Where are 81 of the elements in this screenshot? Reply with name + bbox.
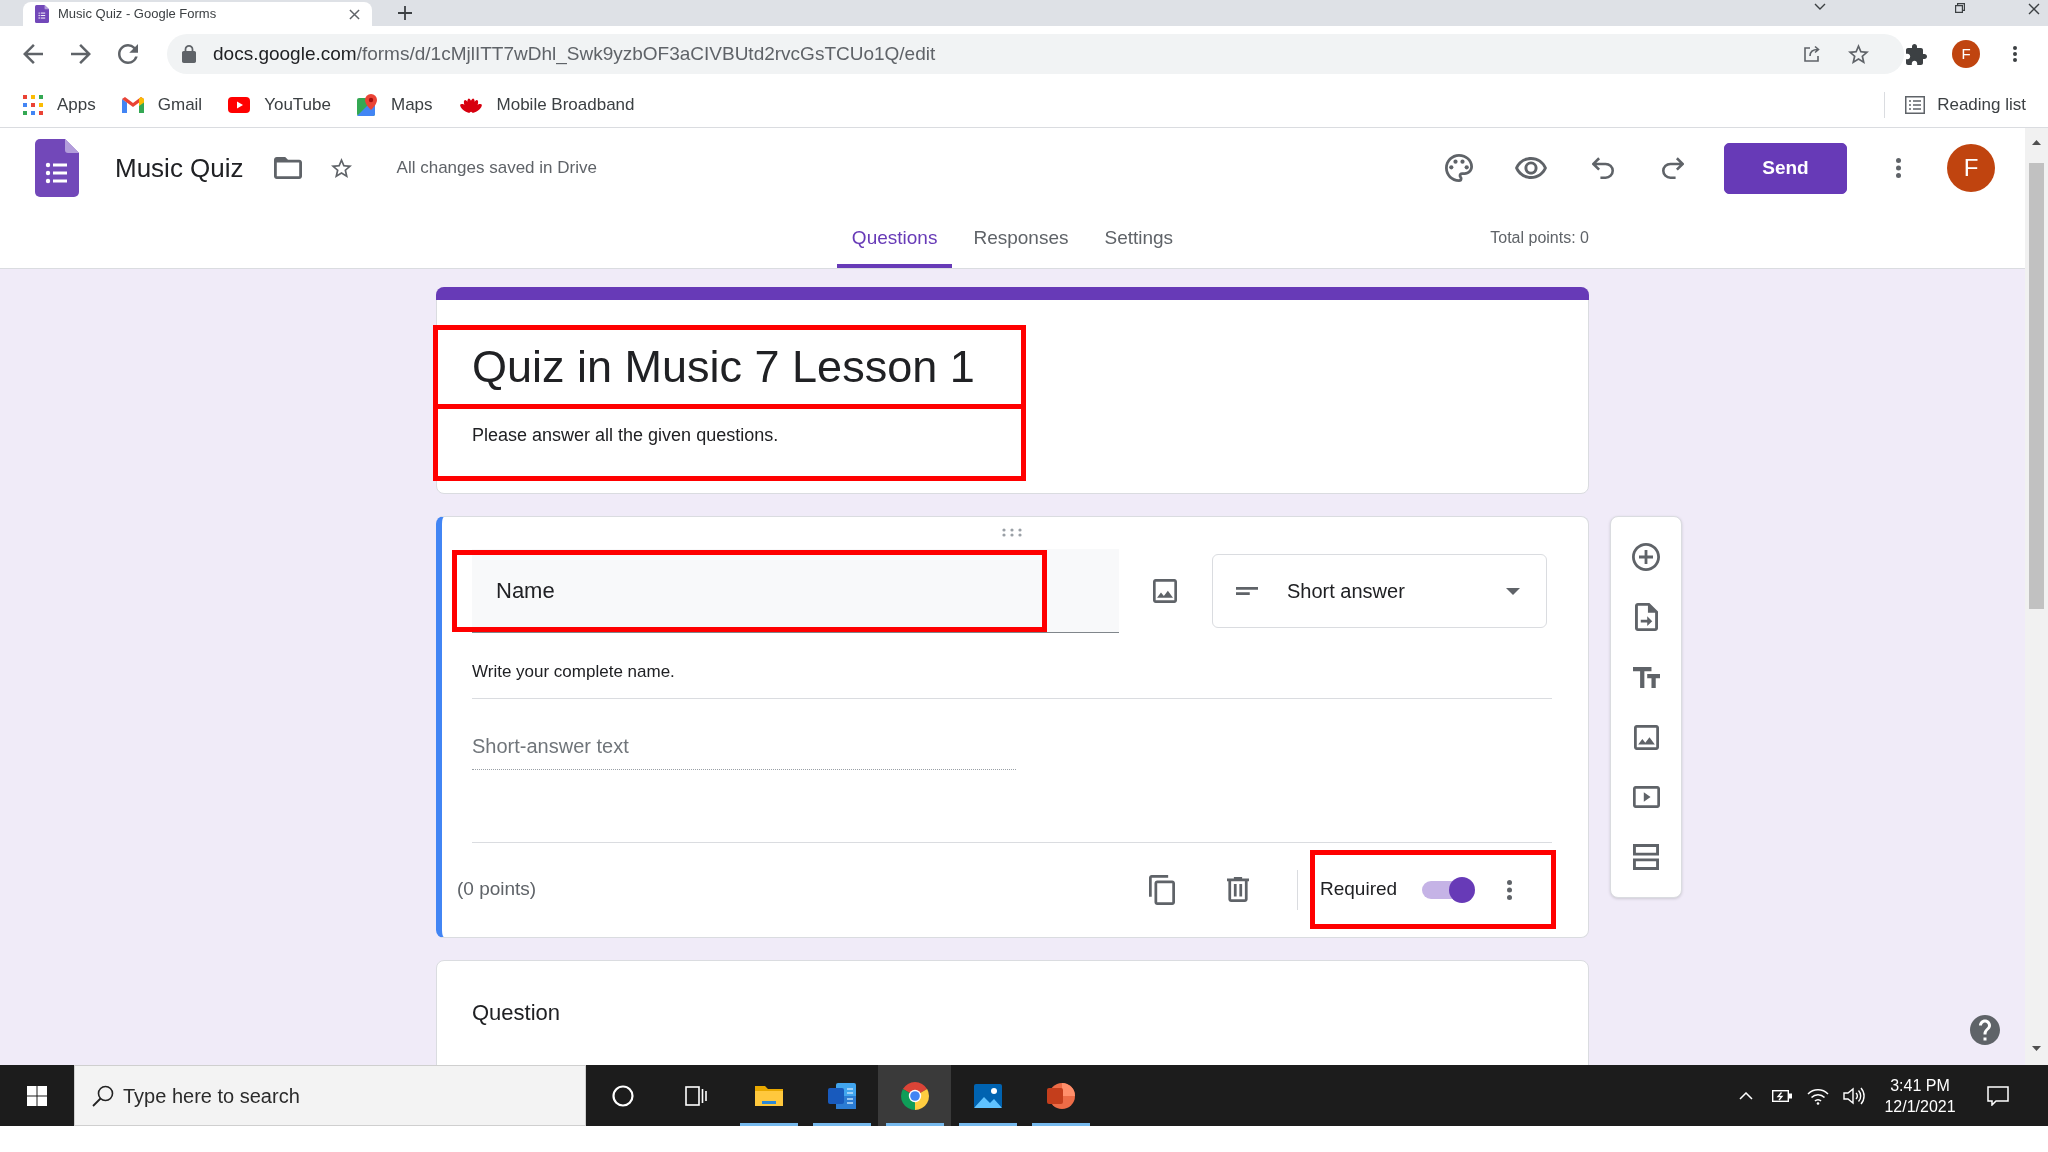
document-icon xyxy=(827,1082,856,1109)
points-label: (0 points) xyxy=(457,877,537,902)
eye-icon[interactable] xyxy=(1515,157,1547,179)
speaker-icon[interactable] xyxy=(1843,1086,1865,1105)
ring-icon[interactable] xyxy=(611,1084,634,1107)
send-button[interactable]: Send xyxy=(1724,142,1847,194)
text-size-icon[interactable] xyxy=(1632,666,1660,688)
clock-date[interactable]: 12/1/2021 xyxy=(1884,1095,1956,1117)
stacked-rectangles-icon[interactable] xyxy=(1633,844,1659,870)
image-icon[interactable] xyxy=(1633,724,1659,750)
bookmark-link[interactable]: Gmail xyxy=(121,91,203,118)
plus-icon[interactable] xyxy=(398,6,412,20)
question-type-dropdown[interactable]: Short answer xyxy=(1212,554,1547,628)
restore-icon[interactable] xyxy=(1955,3,1965,13)
more-vertical-icon[interactable] xyxy=(2013,46,2017,62)
short-answer-field[interactable]: Short-answer text xyxy=(472,733,1016,770)
bookmark-link[interactable]: Mobile Broadband xyxy=(458,91,635,118)
palette-icon[interactable] xyxy=(1445,154,1473,182)
forward-icon[interactable] xyxy=(71,44,91,64)
url-text: docs.google.com/forms/d/1cMjlITT7wDhl_Swk9yzbOF3aCIVBUtd2rvcGsTCUo1Q/edit xyxy=(213,41,936,67)
required-label: Required xyxy=(1320,877,1398,902)
play-icon xyxy=(228,96,251,113)
circle-logo-icon xyxy=(900,1081,929,1110)
landscape-icon xyxy=(973,1083,1002,1108)
address-bar[interactable]: docs.google.com/forms/d/1cMjlITT7wDhl_Swk9yzbOF3aCIVBUtd2rvcGsTCUo1Q/edit xyxy=(167,34,1904,74)
forms-logo-icon[interactable] xyxy=(35,139,79,197)
map-pin-icon xyxy=(356,93,377,116)
tab[interactable]: Responses xyxy=(958,208,1084,268)
lock-icon xyxy=(182,45,196,63)
taskbar-button[interactable] xyxy=(878,1065,951,1126)
folder-icon xyxy=(754,1083,783,1108)
share-icon[interactable] xyxy=(1802,44,1822,64)
browser-tab[interactable]: Music Quiz - Google Forms xyxy=(23,2,372,26)
chevron-up-icon[interactable] xyxy=(1739,1091,1753,1100)
short-text-icon xyxy=(1236,587,1258,595)
mail-icon xyxy=(121,96,144,113)
profile-avatar[interactable]: F xyxy=(1952,40,1980,68)
drag-handle-icon[interactable] xyxy=(1002,528,1022,537)
caret-down-icon xyxy=(1506,587,1520,595)
notification-icon[interactable] xyxy=(1987,1085,2009,1106)
clock-time[interactable]: 3:41 PM xyxy=(1890,1074,1950,1096)
play-box-icon[interactable] xyxy=(1632,786,1660,808)
scrollbar[interactable] xyxy=(2025,128,2048,1065)
battery-icon[interactable] xyxy=(1772,1089,1792,1102)
task-view-icon[interactable] xyxy=(684,1085,707,1106)
file-arrow-icon[interactable] xyxy=(1634,603,1658,631)
windows-icon[interactable] xyxy=(27,1085,47,1106)
redo-icon[interactable] xyxy=(1662,157,1684,179)
back-icon[interactable] xyxy=(23,44,43,64)
folder-icon[interactable] xyxy=(273,157,302,179)
reload-icon[interactable] xyxy=(118,44,138,64)
bookmark-link[interactable]: Maps xyxy=(356,91,433,118)
wifi-icon[interactable] xyxy=(1807,1086,1829,1105)
copy-icon[interactable] xyxy=(1149,874,1175,905)
close-icon[interactable] xyxy=(349,8,360,20)
trash-icon[interactable] xyxy=(1227,877,1249,902)
search-icon xyxy=(92,1084,114,1107)
more-vertical-icon[interactable] xyxy=(1507,879,1513,900)
reading-list-button[interactable]: Reading list xyxy=(1905,91,2026,118)
star-icon[interactable] xyxy=(330,158,352,178)
description-field[interactable]: Write your complete name. xyxy=(472,660,1552,699)
chevron-down-icon[interactable] xyxy=(1814,3,1826,10)
close-icon[interactable] xyxy=(2028,3,2040,15)
bookmark-link[interactable]: Apps xyxy=(23,91,96,118)
tab[interactable]: Settings xyxy=(1089,208,1189,268)
total-points: Total points: 0 xyxy=(1490,228,1589,248)
bookmark-link[interactable]: YouTube xyxy=(228,91,331,118)
star-icon[interactable] xyxy=(1848,44,1869,64)
more-vertical-icon[interactable] xyxy=(1896,158,1901,178)
form-icon xyxy=(35,5,49,23)
help-icon[interactable] xyxy=(1970,1015,2000,1045)
save-status: All changes saved in Drive xyxy=(396,157,597,180)
undo-icon[interactable] xyxy=(1592,157,1614,179)
grid-icon xyxy=(23,94,43,115)
list-icon xyxy=(1905,95,1926,114)
presentation-icon xyxy=(1046,1082,1075,1109)
document-title: Music Quiz xyxy=(115,151,244,185)
image-icon[interactable] xyxy=(1153,579,1177,603)
profile-avatar[interactable]: F xyxy=(1947,144,1995,192)
question-title: Question xyxy=(471,999,562,1027)
puzzle-icon[interactable] xyxy=(1906,43,1927,65)
